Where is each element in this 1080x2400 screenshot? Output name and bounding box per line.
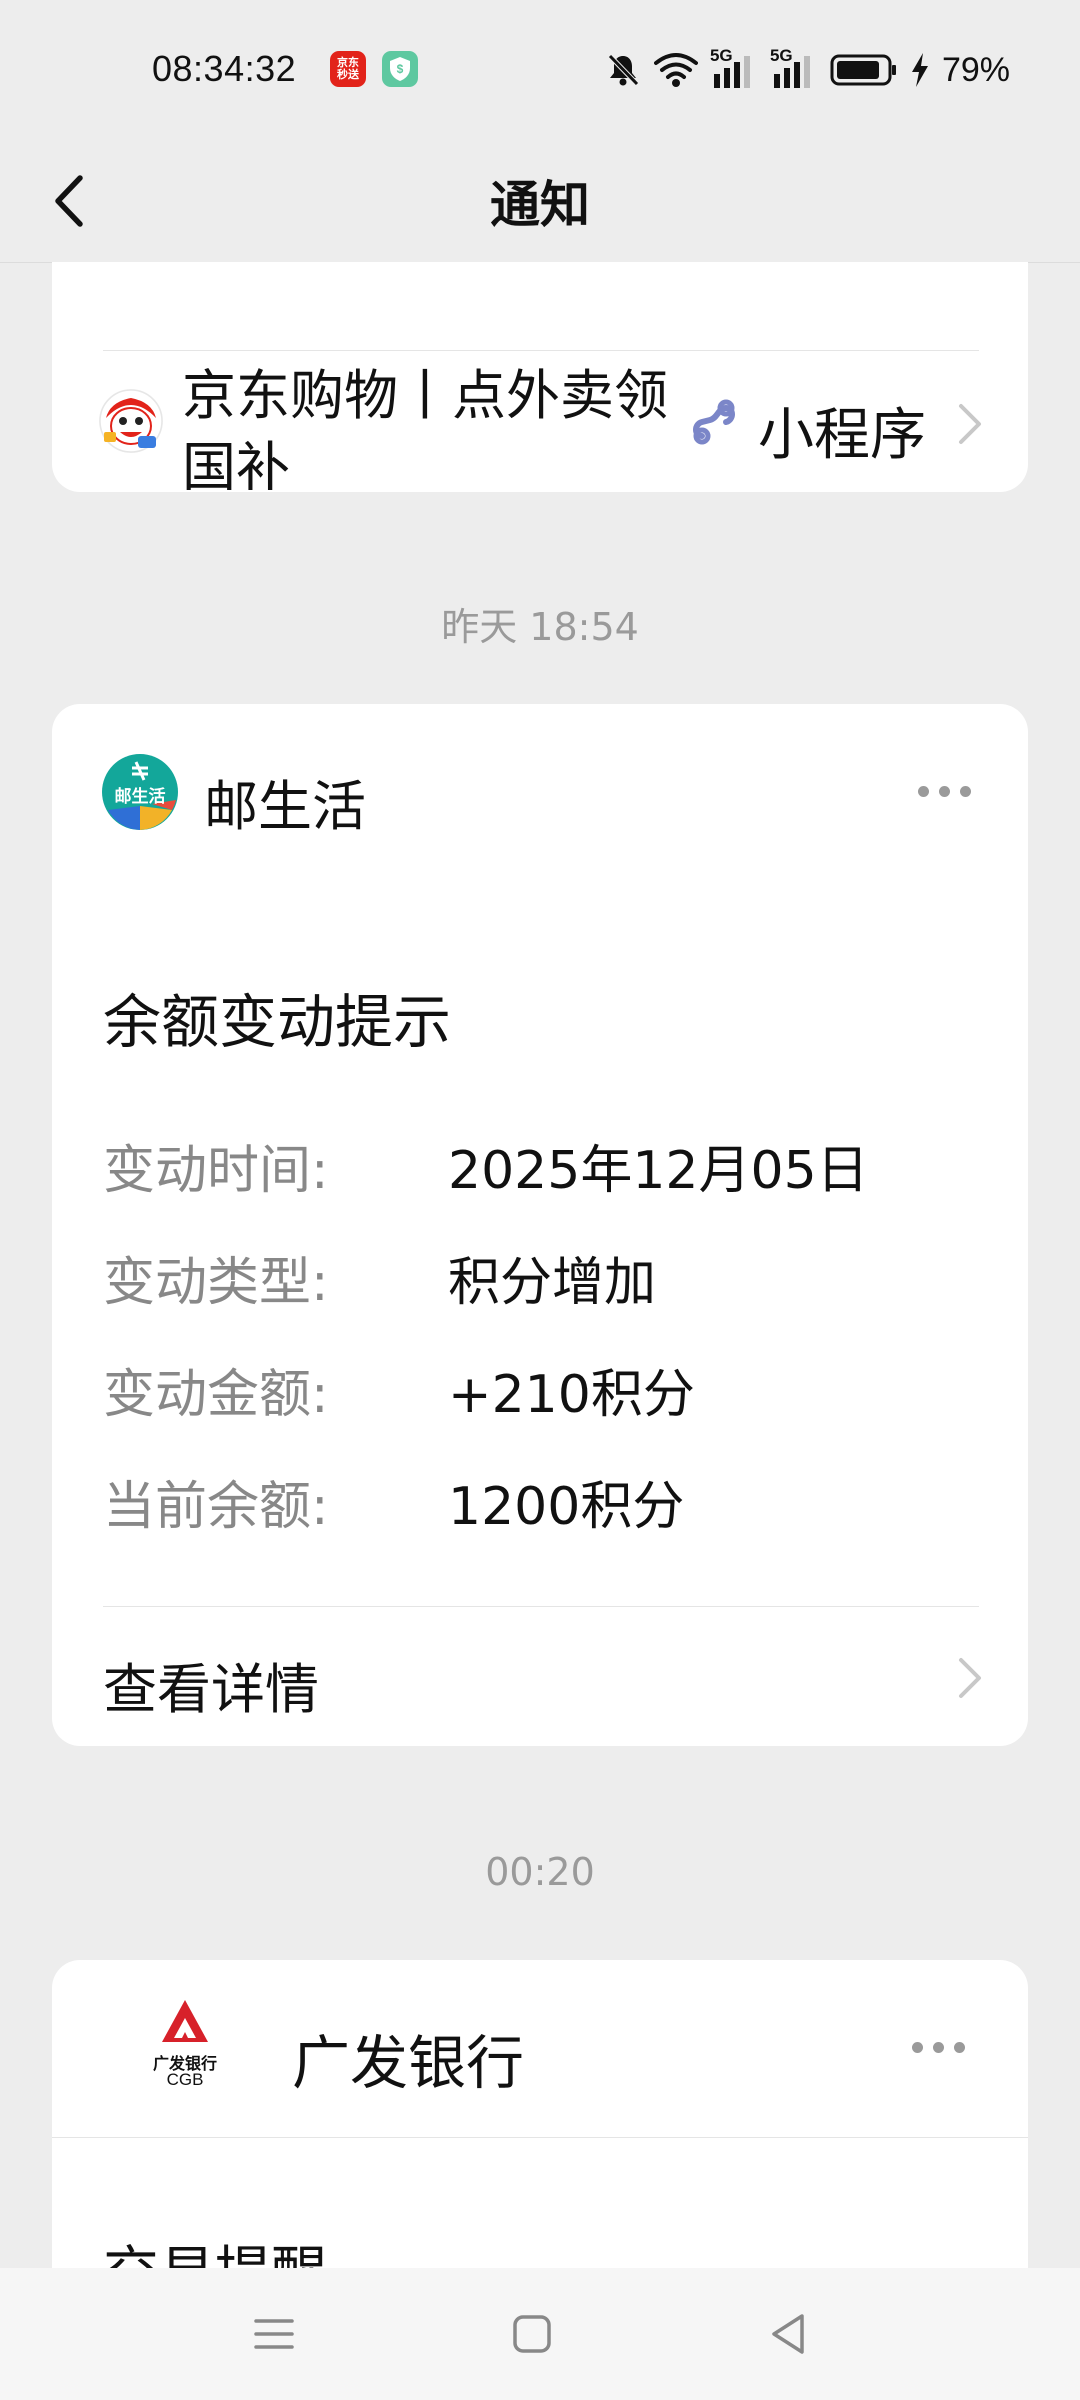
signal-bars-icon xyxy=(713,56,750,88)
detail-label: 当前余额: xyxy=(103,1477,329,1537)
youshenghuo-logo-text: 邮生活 xyxy=(114,787,166,807)
detail-row-time: 变动时间: 2025年12月05日 xyxy=(103,1128,983,1201)
home-icon[interactable] xyxy=(512,2314,552,2354)
more-options-icon[interactable] xyxy=(912,2042,965,2053)
more-options-icon[interactable] xyxy=(918,786,971,797)
detail-label: 变动金额: xyxy=(103,1365,329,1425)
signal-bars-icon xyxy=(773,56,810,88)
jd-mascot-avatar xyxy=(99,389,163,453)
chevron-right-icon xyxy=(959,1658,981,1698)
mini-program-link-icon xyxy=(693,399,735,445)
detail-label: 变动类型: xyxy=(103,1253,329,1313)
signal-5g-sim1: 5G xyxy=(710,46,758,90)
account-name[interactable]: 邮生活 xyxy=(204,762,366,841)
mini-program-name: 京东购物丨点外卖领国补 xyxy=(182,364,668,490)
status-time: 08:34:32 xyxy=(152,48,297,89)
card-divider xyxy=(52,2137,1028,2138)
cgb-logo: 广发银行 CGB xyxy=(140,1996,230,2096)
message-timestamp: 00:20 xyxy=(485,1850,595,1894)
signal-5g-sim2: 5G xyxy=(770,46,818,90)
card-divider xyxy=(103,1606,979,1607)
nav-bar: 通知 xyxy=(0,140,1080,263)
detail-value: 2025年12月05日 xyxy=(448,1141,869,1201)
battery-icon xyxy=(830,54,896,86)
menu-icon[interactable] xyxy=(254,2314,294,2354)
message-timestamp: 昨天 18:54 xyxy=(441,605,639,649)
wifi-icon xyxy=(653,53,698,87)
detail-row-type: 变动类型: 积分增加 xyxy=(103,1240,983,1313)
page-title: 通知 xyxy=(490,176,590,234)
battery-percent: 79% xyxy=(941,50,1010,89)
chevron-right-icon xyxy=(959,404,981,444)
detail-value: 积分增加 xyxy=(448,1253,657,1313)
mini-program-tag: 小程序 xyxy=(758,403,926,468)
detail-value: 1200积分 xyxy=(448,1477,685,1537)
status-indicators: 5G 5G 79% xyxy=(604,46,1010,92)
cgb-logo-en-text: CGB xyxy=(166,2070,204,2089)
system-nav-bar xyxy=(0,2268,1080,2400)
detail-value: +210积分 xyxy=(448,1365,695,1425)
youshenghuo-logo: 邮生活 xyxy=(102,754,178,830)
cgb-logo-icon xyxy=(162,2000,208,2042)
detail-label: 变动时间: xyxy=(103,1141,329,1201)
jd-miaosong-app-icon: 京东 秒送 xyxy=(330,51,366,87)
detail-row-balance: 当前余额: 1200积分 xyxy=(103,1464,983,1537)
status-bar: 08:34:32 京东 秒送 $ 5G 5G 79% xyxy=(0,0,1080,140)
card-divider xyxy=(103,350,979,351)
view-details-link[interactable]: 查看详情 xyxy=(103,1645,319,1724)
detail-row-amount: 变动金额: +210积分 xyxy=(103,1352,983,1425)
shield-icon: $ xyxy=(390,57,410,81)
account-name[interactable]: 广发银行 xyxy=(292,2016,524,2100)
mute-bell-icon xyxy=(608,54,639,86)
svg-text:$: $ xyxy=(397,62,404,76)
shield-app-icon: $ xyxy=(382,51,418,87)
balance-notice-card[interactable] xyxy=(52,704,1028,1746)
charging-bolt-icon xyxy=(911,53,928,87)
back-triangle-icon[interactable] xyxy=(768,2312,808,2356)
notice-title: 余额变动提示 xyxy=(103,988,452,1056)
